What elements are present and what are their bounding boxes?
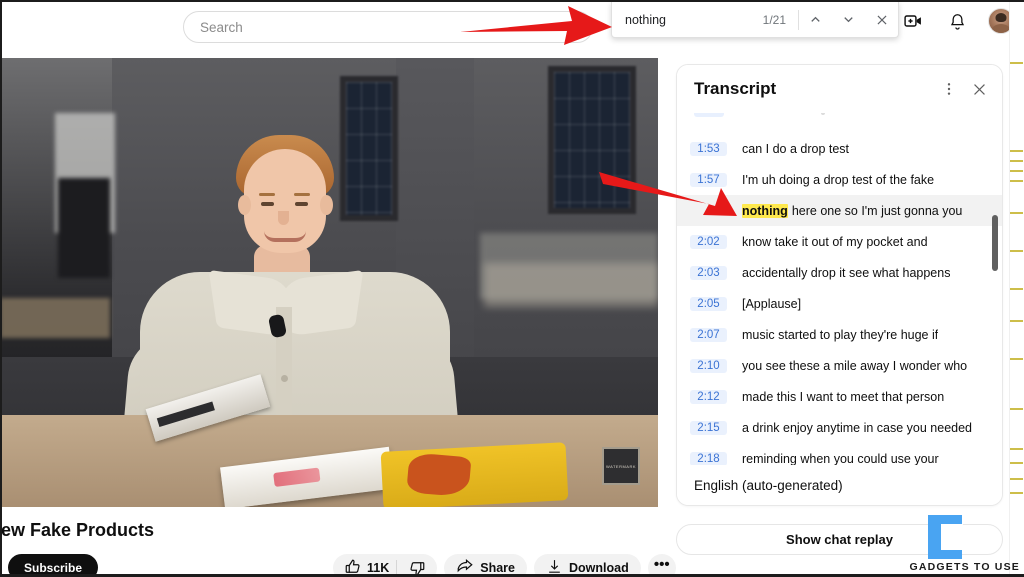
transcript-language-label[interactable]: English (auto-generated) [677,465,1002,505]
transcript-row[interactable]: 1:57 I'm uh doing a drop test of the fake [677,164,1002,195]
transcript-text: [Applause] [742,296,802,311]
find-match-counter: 1/21 [762,12,786,27]
transcript-header: Transcript [677,65,1002,113]
video-meta-section: iew Fake Products Subscribe 11K Share Do… [0,512,676,577]
transcript-timestamp: 1:53 [690,141,727,156]
transcript-text: accidentally drop it see what happens [742,265,951,280]
top-right-icons [900,8,1014,34]
scrollbar-match-tick [1010,358,1023,360]
scrollbar-match-tick [1010,150,1023,152]
download-label: Download [569,561,629,575]
transcript-timestamp: 2:05 [690,296,727,311]
search-box[interactable] [183,11,593,43]
scrollbar-match-tick [1010,212,1023,214]
browser-window: nothing 1/21 [0,0,1024,577]
transcript-row[interactable]: nothing here one so I'm just gonna you [677,195,1002,226]
scrollbar-match-tick [1010,250,1023,252]
share-label: Share [480,561,515,575]
transcript-more-options-icon[interactable] [934,74,964,104]
transcript-row[interactable]: 2:07 music started to play they're huge i… [677,319,1002,350]
video-player[interactable]: WATERMARK [0,58,658,507]
transcript-row[interactable]: 2:10 you see these a mile away I wonder w… [677,350,1002,381]
transcript-scrollbar-thumb[interactable] [992,215,998,271]
transcript-timestamp: 2:03 [690,265,727,280]
transcript-text: a drink enjoy anytime in case you needed [742,420,973,435]
scrollbar-match-tick [1010,288,1023,290]
transcript-text-rest: here one so I'm just gonna you [791,203,963,218]
scrollbar-match-tick [1010,492,1023,494]
scrollbar-match-tick [1010,320,1023,322]
transcript-text: reminding when you could use your [742,451,939,466]
transcript-row[interactable]: 1:53 can I do a drop test [677,133,1002,164]
find-query-text[interactable]: nothing [612,13,763,27]
transcript-timestamp [690,210,727,212]
transcript-timestamp: 2:02 [690,234,727,249]
transcript-partial-row [677,113,1002,133]
browser-scrollbar[interactable] [1009,0,1024,577]
scrollbar-match-tick [1010,180,1023,182]
transcript-line-list[interactable]: 1:53 can I do a drop test 1:57 I'm uh doing… [677,113,1002,487]
find-close-icon[interactable] [865,2,898,38]
find-next-button[interactable] [832,2,865,38]
find-in-page-bar[interactable]: nothing 1/21 [611,2,899,38]
scrollbar-match-tick [1010,170,1023,172]
transcript-timestamp: 2:18 [690,451,727,466]
transcript-row[interactable]: 2:15 a drink enjoy anytime in case you ne… [677,412,1002,443]
transcript-text: nothing here one so I'm just gonna you [742,203,963,218]
transcript-row[interactable]: 2:02 know take it out of my pocket and [677,226,1002,257]
channel-watermark-icon[interactable]: WATERMARK [602,447,640,485]
gadgets-to-use-logo [928,515,963,559]
transcript-timestamp: 2:15 [690,420,727,435]
search-input[interactable] [183,11,593,43]
yellow-mailer [380,442,569,507]
channel-watermark-label: WATERMARK [605,463,637,469]
transcript-row[interactable]: 2:05 [Applause] [677,288,1002,319]
scrollbar-match-tick [1010,448,1023,450]
find-previous-button[interactable] [799,2,832,38]
transcript-title: Transcript [694,79,777,98]
video-frame: WATERMARK [0,58,658,507]
transcript-row[interactable]: 2:03 accidentally drop it see what happen… [677,257,1002,288]
transcript-text: know take it out of my pocket and [742,234,928,249]
transcript-timestamp: 1:57 [690,172,727,187]
scrollbar-match-tick [1010,462,1023,464]
scrollbar-match-tick [1010,478,1023,480]
transcript-text: music started to play they're huge if [742,327,939,342]
scrollbar-match-tick [1010,160,1023,162]
watermark-text: GADGETS TO USE [909,561,1020,573]
transcript-text: you see these a mile away I wonder who [742,358,968,373]
like-count: 11K [367,561,390,575]
transcript-row[interactable]: 2:12 made this I want to meet that person [677,381,1002,412]
transcript-close-icon[interactable] [964,74,994,104]
transcript-timestamp: 2:10 [690,358,727,373]
video-title: iew Fake Products [0,520,155,540]
create-video-icon[interactable] [900,8,926,34]
find-match-highlight: nothing [742,203,788,218]
transcript-text: I'm uh doing a drop test of the fake [742,172,935,187]
notifications-bell-icon[interactable] [944,8,970,34]
transcript-panel: Transcript 1:53 can I do a drop test 1:57 I… [676,64,1003,506]
scrollbar-match-tick [1010,62,1023,64]
scrollbar-match-tick [1010,408,1023,410]
transcript-text: can I do a drop test [742,141,850,156]
transcript-timestamp: 2:07 [690,327,727,342]
transcript-timestamp: 2:12 [690,389,727,404]
transcript-text: made this I want to meet that person [742,389,945,404]
